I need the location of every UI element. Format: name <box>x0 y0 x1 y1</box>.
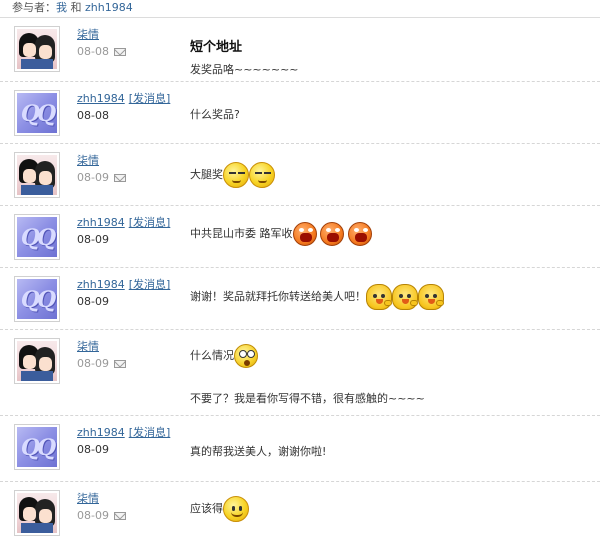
avatar[interactable]: QQ <box>14 90 60 136</box>
date-text: 08-09 <box>77 509 109 522</box>
message-content: 大腿奖 <box>190 162 275 188</box>
message-row: 柒情 08-09 应该得 <box>0 482 600 543</box>
chick-icon <box>366 284 392 310</box>
author: zhh1984 [发消息] <box>77 90 170 106</box>
chick-icon <box>392 284 418 310</box>
happy-face-icon <box>223 496 249 522</box>
message-text: 什么情况 <box>190 349 234 362</box>
author-name-link[interactable]: 柒情 <box>77 492 99 505</box>
avatar[interactable] <box>14 338 60 384</box>
envelope-icon[interactable] <box>113 512 126 520</box>
message-content: 谢谢！奖品就拜托你转送给美人吧！ <box>190 284 444 310</box>
angry-face-icon <box>320 222 344 246</box>
message-content: 什么情况 不要了？我是看你写得不错，很有感触的~~~~ <box>190 344 425 406</box>
message-date: 08-09 <box>77 233 109 246</box>
send-message-link[interactable]: [发消息] <box>129 426 171 439</box>
chick-icon <box>418 284 444 310</box>
author: zhh1984 [发消息] <box>77 424 170 440</box>
participants-joiner: 和 <box>70 1 82 14</box>
author: 柒情 <box>77 26 99 42</box>
author: 柒情 <box>77 338 99 354</box>
message-text: 谢谢！奖品就拜托你转送给美人吧！ <box>190 290 366 303</box>
message-date: 08-08 <box>77 109 109 122</box>
send-message-link[interactable]: [发消息] <box>129 92 171 105</box>
author-name-link[interactable]: zhh1984 <box>77 426 125 439</box>
message-text: 中共昆山市委 路军收 <box>190 227 293 240</box>
message-row: QQ zhh1984 [发消息] 08-09 谢谢！奖品就拜托你转送给美人吧！ <box>0 268 600 330</box>
message-text-secondary: 不要了？我是看你写得不错，很有感触的~~~~ <box>190 392 425 405</box>
sleepy-smile-icon <box>249 162 275 188</box>
shocked-face-icon <box>234 344 258 368</box>
message-text: 应该得 <box>190 502 223 515</box>
message-text: 什么奖品? <box>190 108 240 121</box>
date-text: 08-09 <box>77 357 109 370</box>
message-date: 08-09 <box>77 295 109 308</box>
message-row: 柒情 08-08 短个地址 发奖品咯~~~~~~~ <box>0 18 600 82</box>
author-name-link[interactable]: zhh1984 <box>77 216 125 229</box>
author: zhh1984 [发消息] <box>77 276 170 292</box>
author-name-link[interactable]: zhh1984 <box>77 278 125 291</box>
angry-face-icon <box>292 222 317 246</box>
message-content: 应该得 <box>190 496 249 522</box>
author-name-link[interactable]: zhh1984 <box>77 92 125 105</box>
author-name-link[interactable]: 柒情 <box>77 28 99 41</box>
send-message-link[interactable]: [发消息] <box>129 216 171 229</box>
message-row: 柒情 08-09 什么情况 不要了？我是看你写得不错，很有感触的~~~~ <box>0 330 600 416</box>
message-text: 真的帮我送美人，谢谢你啦! <box>190 445 327 458</box>
message-date: 08-09 <box>77 443 109 456</box>
message-row: QQ zhh1984 [发消息] 08-09 真的帮我送美人，谢谢你啦! <box>0 416 600 482</box>
author: 柒情 <box>77 152 99 168</box>
author: zhh1984 [发消息] <box>77 214 170 230</box>
avatar[interactable] <box>14 26 60 72</box>
envelope-icon[interactable] <box>113 48 126 56</box>
date-text: 08-08 <box>77 45 109 58</box>
message-row: 柒情 08-09 大腿奖 <box>0 144 600 206</box>
message-text: 大腿奖 <box>190 168 223 181</box>
avatar[interactable]: QQ <box>14 214 60 260</box>
participants-prefix: 参与者： <box>12 1 56 14</box>
avatar[interactable]: QQ <box>14 276 60 322</box>
message-date: 08-09 <box>77 171 126 184</box>
message-content: 中共昆山市委 路军收 <box>190 222 372 246</box>
message-date: 08-08 <box>77 45 126 58</box>
participants-bar: 参与者：我 和 zhh1984 <box>0 0 600 18</box>
avatar[interactable] <box>14 152 60 198</box>
envelope-icon[interactable] <box>113 174 126 182</box>
author: 柒情 <box>77 490 99 506</box>
participant-link-me[interactable]: 我 <box>56 1 67 14</box>
message-row: QQ zhh1984 [发消息] 08-08 什么奖品? <box>0 82 600 144</box>
author-name-link[interactable]: 柒情 <box>77 340 99 353</box>
message-subject: 短个地址 <box>190 40 243 55</box>
message-row: QQ zhh1984 [发消息] 08-09 中共昆山市委 路军收 <box>0 206 600 268</box>
author-name-link[interactable]: 柒情 <box>77 154 99 167</box>
message-date: 08-09 <box>77 509 126 522</box>
envelope-icon[interactable] <box>113 360 126 368</box>
participant-link-zhh1984[interactable]: zhh1984 <box>85 1 133 14</box>
send-message-link[interactable]: [发消息] <box>129 278 171 291</box>
date-text: 08-09 <box>77 171 109 184</box>
message-date: 08-09 <box>77 357 126 370</box>
avatar[interactable] <box>14 490 60 536</box>
angry-face-icon <box>347 222 372 246</box>
avatar[interactable]: QQ <box>14 424 60 470</box>
message-content: 短个地址 发奖品咯~~~~~~~ <box>190 36 299 77</box>
sleepy-smile-icon <box>223 162 249 188</box>
message-text: 发奖品咯~~~~~~~ <box>190 63 299 76</box>
